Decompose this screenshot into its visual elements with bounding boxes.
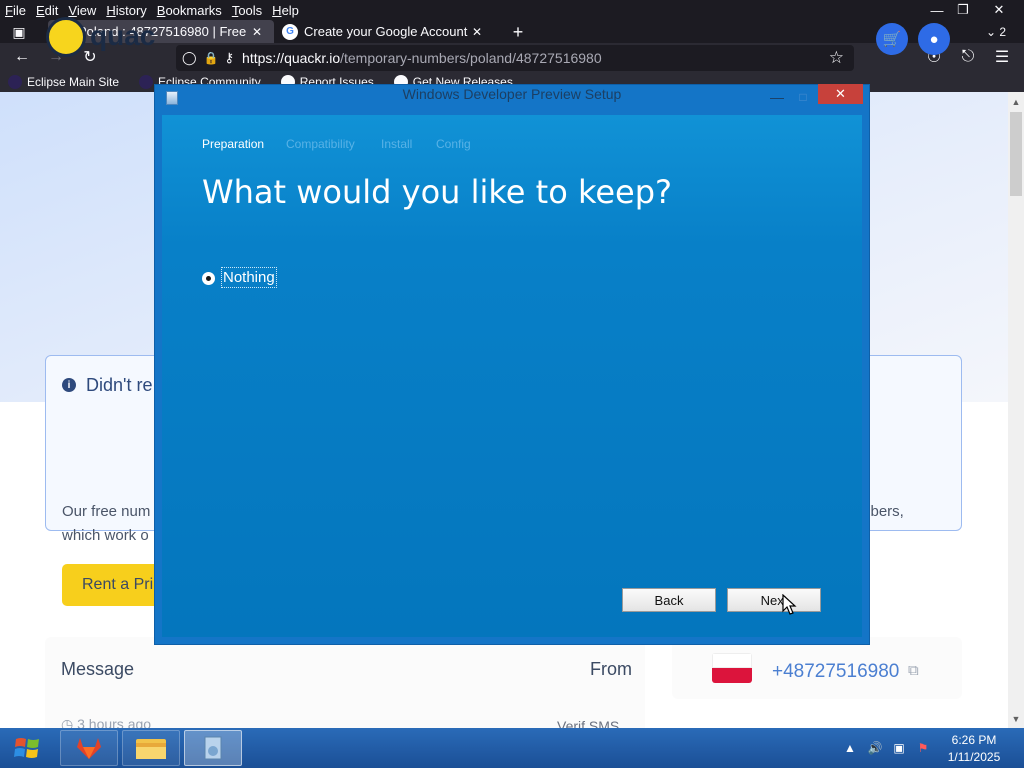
- info-text: which work o: [62, 527, 149, 544]
- google-favicon-icon: G: [282, 23, 298, 40]
- gitlab-fox-icon: [77, 738, 101, 759]
- taskbar-gitlab-app[interactable]: [60, 730, 118, 766]
- chevron-down-icon: ⌄: [986, 25, 1000, 39]
- dialog-heading: What would you like to keep?: [202, 173, 673, 211]
- address-bar[interactable]: ◯ 🔒 ⚷ https://quackr.io/temporary-number…: [176, 45, 854, 71]
- flag-white-stripe: [712, 653, 752, 668]
- lock-icon[interactable]: 🔒: [204, 51, 219, 65]
- shield-icon[interactable]: ◯: [182, 50, 197, 66]
- network-icon[interactable]: ▣: [890, 739, 908, 757]
- clock-time[interactable]: 6:26 PM: [944, 733, 1004, 747]
- menu-view[interactable]: View: [63, 3, 101, 18]
- bookmark-label: Eclipse Main Site: [27, 75, 120, 89]
- copy-icon[interactable]: ⧉: [908, 662, 924, 680]
- url-text: https://quackr.io/temporary-numbers/pola…: [242, 50, 602, 66]
- start-button[interactable]: [8, 731, 48, 765]
- menu-help[interactable]: Help: [267, 3, 304, 18]
- quackr-duck-logo-icon[interactable]: [46, 17, 86, 57]
- tab-count: 2: [999, 25, 1007, 39]
- message-column-header: Message: [61, 659, 135, 679]
- bookmark-item[interactable]: Eclipse Main Site: [0, 75, 119, 89]
- eclipse-icon: [8, 75, 22, 89]
- dialog-maximize-button[interactable]: □: [792, 88, 814, 106]
- from-column-header: From: [590, 659, 632, 679]
- mouse-cursor-icon: [782, 594, 797, 615]
- step-install: Install: [381, 137, 413, 151]
- back-arrow-icon[interactable]: ←: [10, 45, 34, 69]
- show-hidden-icons-arrow-icon[interactable]: ▲: [842, 739, 858, 757]
- volume-icon[interactable]: 🔊: [866, 739, 884, 757]
- info-icon: i: [62, 378, 76, 392]
- tab-close-icon[interactable]: ✕: [472, 25, 482, 39]
- next-button[interactable]: Next: [727, 588, 821, 612]
- radio-selected-dot: [206, 276, 211, 281]
- dialog-minimize-button[interactable]: —: [766, 88, 788, 106]
- window-close-button[interactable]: ✕: [982, 0, 1016, 20]
- action-center-flag-icon[interactable]: ⚑: [914, 739, 932, 757]
- setup-icon: [204, 736, 222, 760]
- url-path: /temporary-numbers/poland/48727516980: [340, 50, 602, 66]
- menu-bookmarks[interactable]: Bookmarks: [152, 3, 227, 18]
- cart-icon[interactable]: 🛒: [876, 23, 908, 55]
- taskbar-setup-app[interactable]: [184, 730, 242, 766]
- firefox-view-icon[interactable]: ▣: [8, 22, 30, 42]
- info-title: Didn't re: [86, 375, 153, 395]
- step-config: Config: [436, 137, 471, 151]
- tab-close-icon[interactable]: ✕: [252, 25, 262, 39]
- taskbar-file-explorer[interactable]: [122, 730, 180, 766]
- folder-icon: [136, 739, 166, 759]
- flag-red-stripe: [712, 668, 752, 683]
- tab-google[interactable]: G Create your Google Account ✕: [274, 20, 492, 43]
- url-host: https://quackr.io: [242, 50, 341, 66]
- phone-number[interactable]: +48727516980: [772, 661, 899, 683]
- menu-bar: File Edit View History Bookmarks Tools H…: [0, 0, 1024, 20]
- keep-nothing-radio[interactable]: [202, 272, 215, 285]
- menu-file[interactable]: File: [0, 3, 31, 18]
- scroll-up-arrow-icon[interactable]: ▲: [1008, 94, 1024, 110]
- menu-edit[interactable]: Edit: [31, 3, 63, 18]
- key-icon[interactable]: ⚷: [225, 50, 235, 66]
- dialog-title: Windows Developer Preview Setup: [402, 86, 622, 102]
- windows-logo-icon: [14, 738, 39, 758]
- new-tab-plus-icon[interactable]: +: [508, 22, 528, 42]
- window-restore-button[interactable]: ❐: [946, 0, 980, 20]
- clock-date[interactable]: 1/11/2025: [944, 750, 1004, 764]
- eclipse-icon: [139, 75, 154, 89]
- back-button[interactable]: Back: [622, 588, 716, 612]
- hamburger-menu-icon[interactable]: ☰: [990, 45, 1014, 69]
- extensions-icon[interactable]: ⎋: [956, 45, 980, 69]
- keep-nothing-label[interactable]: Nothing: [221, 267, 277, 288]
- logo-text[interactable]: quac: [90, 20, 155, 52]
- menu-history[interactable]: History: [101, 3, 151, 18]
- scrollbar-thumb[interactable]: [1010, 112, 1022, 196]
- poland-flag-icon: [712, 653, 752, 683]
- list-all-tabs-button[interactable]: ⌄ 2: [986, 22, 1018, 42]
- step-compatibility: Compatibility: [286, 137, 355, 151]
- bookmark-star-icon[interactable]: ☆: [829, 48, 844, 68]
- menu-tools[interactable]: Tools: [227, 3, 267, 18]
- step-preparation: Preparation: [202, 137, 265, 151]
- info-text: Our free num: [62, 503, 151, 520]
- dialog-close-button[interactable]: ✕: [818, 84, 863, 104]
- user-icon[interactable]: ●: [918, 23, 950, 55]
- tab-title: Create your Google Account: [304, 24, 468, 39]
- scroll-down-arrow-icon[interactable]: ▼: [1008, 711, 1024, 727]
